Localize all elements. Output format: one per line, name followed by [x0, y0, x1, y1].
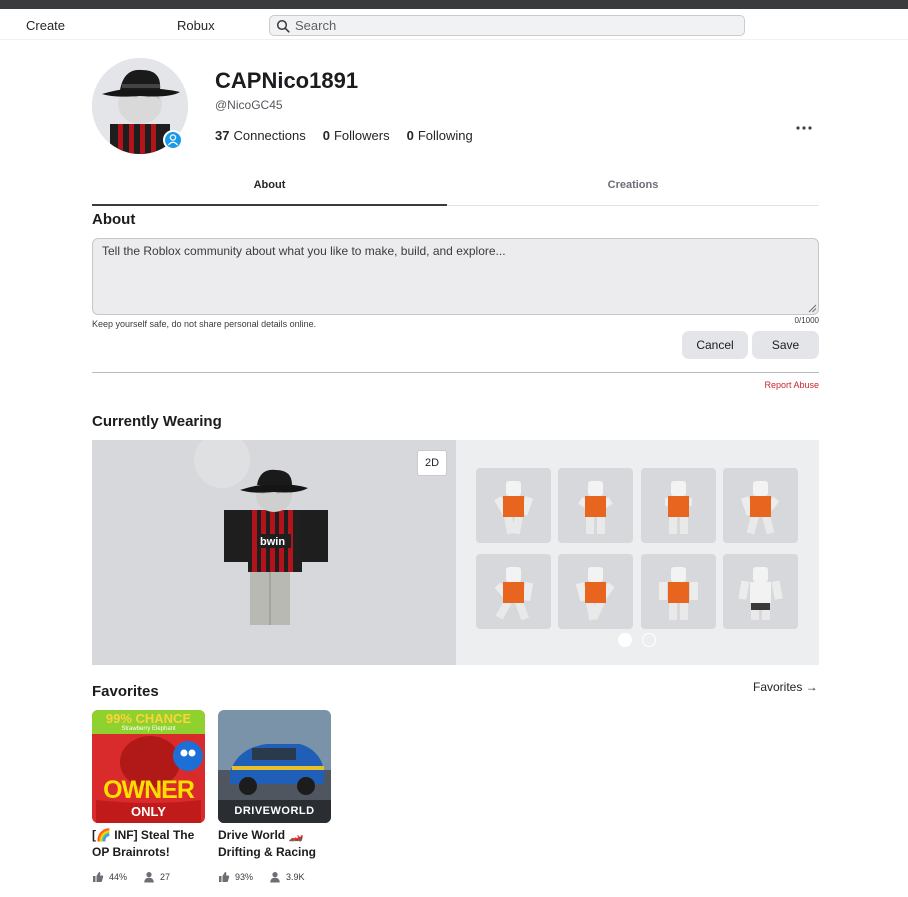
resize-grip-icon[interactable]	[808, 304, 817, 313]
emote-tile[interactable]	[558, 468, 633, 543]
cancel-button[interactable]: Cancel	[682, 331, 748, 359]
carousel-dot-active[interactable]	[618, 633, 632, 647]
emote-figure-image	[738, 567, 783, 620]
following-label: Following	[417, 128, 473, 143]
search-bar[interactable]	[269, 15, 745, 36]
emote-figure-image	[665, 481, 692, 534]
emote-figure-image	[740, 481, 780, 535]
connections-label: Connections	[233, 128, 306, 143]
favorites-link[interactable]: Favorites →	[753, 680, 818, 694]
window-top-strip	[0, 0, 908, 9]
carousel-dot[interactable]	[642, 633, 656, 647]
emote-tile[interactable]	[476, 468, 551, 543]
tab-active-indicator	[92, 204, 447, 206]
user-icon	[167, 134, 179, 146]
emote-figure-image	[494, 481, 534, 535]
favorites-heading: Favorites	[92, 683, 159, 700]
game-thumbnail[interactable]: DRIVEWORLD	[218, 710, 331, 823]
nav-create-link[interactable]: Create	[26, 18, 65, 33]
thumb-brand-text: DRIVEWORLD	[234, 805, 315, 817]
thumb-sub-text: Strawberry Elephant	[121, 726, 176, 732]
currently-wearing-heading: Currently Wearing	[92, 413, 222, 430]
display-name: CAPNico1891	[215, 68, 359, 93]
emote-tile[interactable]	[476, 554, 551, 629]
following-count: 0	[406, 128, 414, 143]
section-divider	[92, 372, 819, 373]
char-count: 0/1000	[794, 316, 819, 325]
game-stats: 93% 3.9K	[218, 871, 331, 883]
connections-count: 37	[215, 128, 230, 143]
more-options-icon[interactable]	[795, 122, 813, 136]
emote-figure-image	[578, 481, 613, 534]
thumb-top-text: 99% CHANCE	[105, 711, 192, 726]
profile-stats: 37 Connections 0 Followers 0 Following	[215, 128, 490, 143]
emote-tile[interactable]	[641, 554, 716, 629]
following-link[interactable]: 0 Following	[407, 128, 473, 143]
followers-count: 0	[322, 128, 330, 143]
emote-figure-image	[575, 567, 615, 621]
top-navigation-bar: Create Robux	[0, 9, 908, 40]
report-abuse-link[interactable]: Report Abuse	[740, 380, 819, 390]
avatar-3d-viewer[interactable]: bwin	[92, 440, 456, 665]
thumb-only-text: ONLY	[131, 804, 166, 819]
thumbs-up-icon	[219, 872, 230, 882]
emote-figure-image	[659, 567, 698, 620]
game-stats: 44% 27	[92, 871, 205, 883]
game-card[interactable]: DRIVEWORLD Drive World 🏎️ Drifting & Rac…	[218, 710, 331, 883]
shirt-sponsor-text: bwin	[260, 536, 286, 548]
tab-about[interactable]: About	[92, 179, 447, 191]
save-button[interactable]: Save	[752, 331, 819, 359]
emote-tile[interactable]	[723, 468, 798, 543]
followers-link[interactable]: 0 Followers	[323, 128, 390, 143]
about-textarea[interactable]	[92, 238, 819, 315]
followers-label: Followers	[333, 128, 390, 143]
thumb-owner-text: OWNER	[103, 776, 195, 804]
about-heading: About	[92, 211, 136, 228]
nav-robux-link[interactable]: Robux	[177, 18, 215, 33]
game-rating: 93%	[235, 872, 254, 882]
emote-tile[interactable]	[641, 468, 716, 543]
game-players: 27	[160, 872, 171, 882]
search-icon	[276, 19, 290, 33]
emote-tile[interactable]	[558, 554, 633, 629]
thumbs-up-icon	[93, 872, 104, 882]
emote-figure-image	[494, 567, 534, 621]
game-thumbnail[interactable]: 99% CHANCE Strawberry Elephant OWNER ONL…	[92, 710, 205, 823]
search-input[interactable]	[295, 17, 735, 34]
safety-note: Keep yourself safe, do not share persona…	[92, 319, 317, 329]
toggle-2d-button[interactable]: 2D	[417, 450, 447, 476]
game-rating: 44%	[109, 872, 128, 882]
emote-tile[interactable]	[723, 554, 798, 629]
game-players: 3.9K	[286, 872, 305, 882]
tab-creations[interactable]: Creations	[447, 179, 819, 191]
online-status-badge	[163, 130, 183, 150]
players-icon	[144, 872, 154, 883]
connections-link[interactable]: 37 Connections	[215, 128, 306, 143]
username: @NicoGC45	[215, 98, 283, 112]
game-name[interactable]: Drive World 🏎️ Drifting & Racing	[218, 827, 331, 861]
game-name[interactable]: [🌈 INF] Steal The OP Brainrots!	[92, 827, 205, 861]
players-icon	[270, 872, 280, 883]
avatar-full-body-image	[92, 440, 456, 665]
game-card[interactable]: 99% CHANCE Strawberry Elephant OWNER ONL…	[92, 710, 205, 883]
